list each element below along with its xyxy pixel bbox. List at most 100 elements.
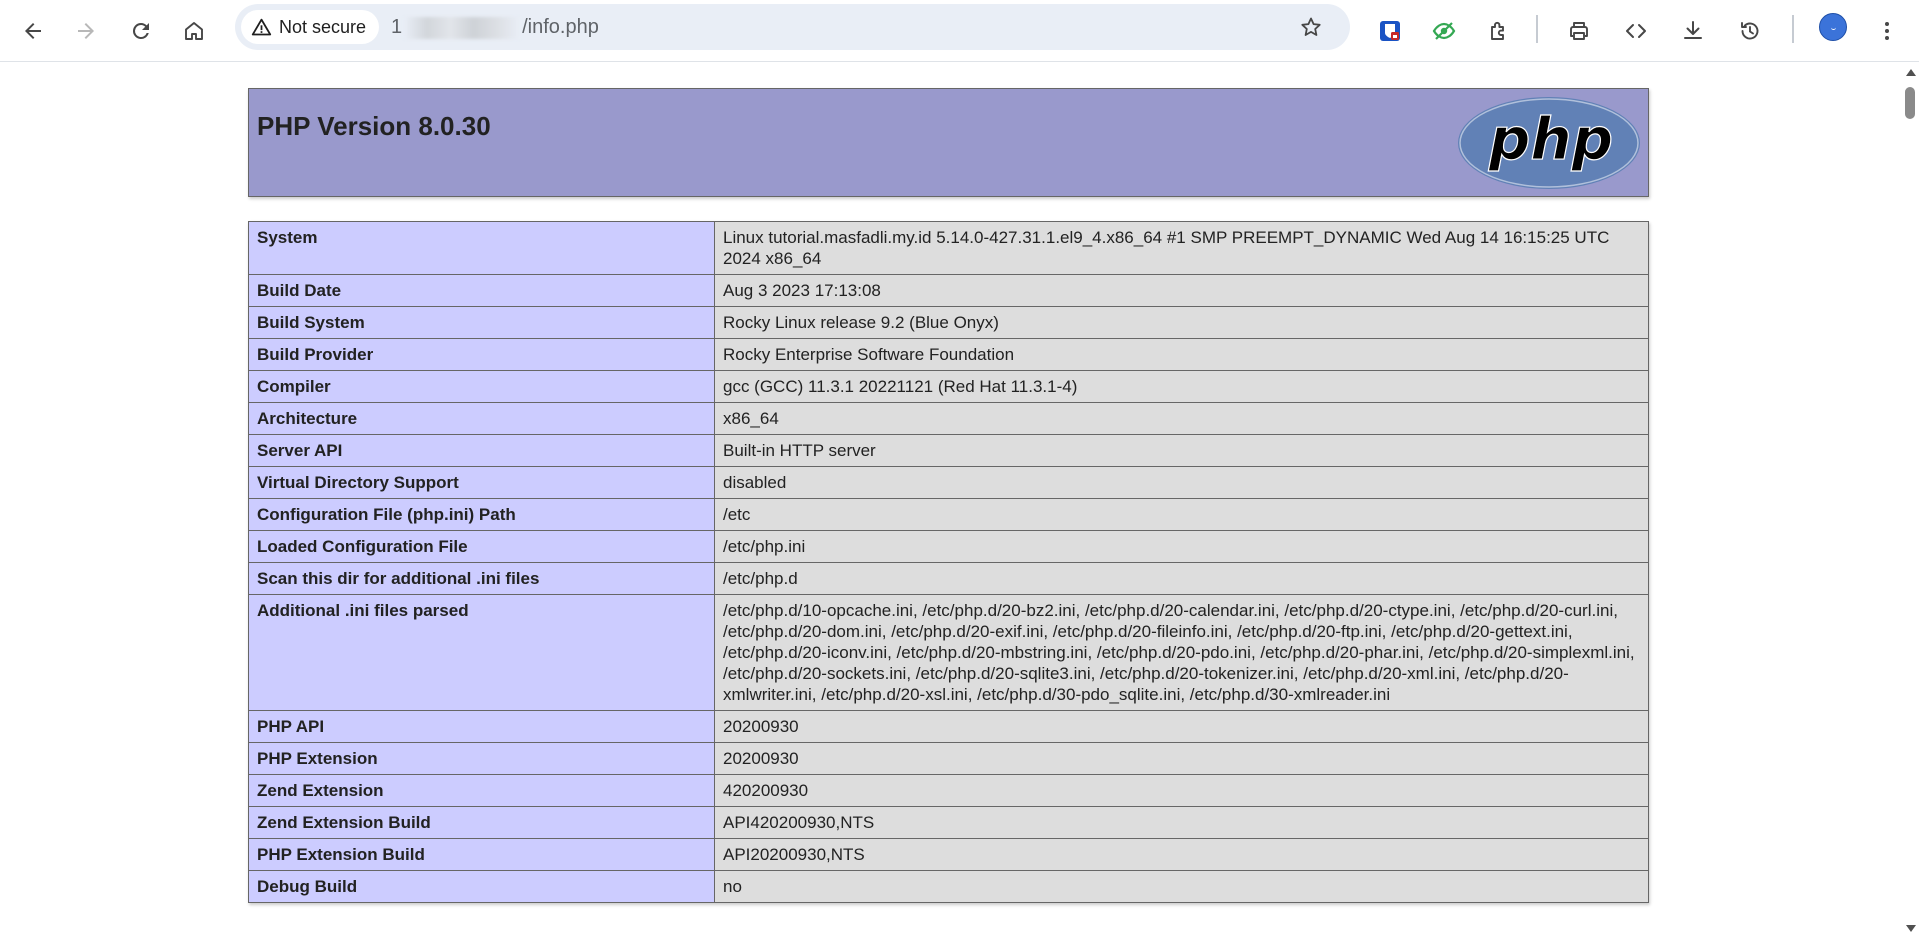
row-value: 420200930 bbox=[714, 774, 1649, 807]
row-value: no bbox=[714, 870, 1649, 903]
table-row: Loaded Configuration File/etc/php.ini bbox=[248, 530, 1649, 563]
reload-button[interactable] bbox=[121, 11, 161, 51]
kebab-menu-icon bbox=[1885, 22, 1889, 40]
code-icon bbox=[1626, 24, 1646, 38]
row-label: Build System bbox=[248, 306, 715, 339]
table-row: Scan this dir for additional .ini files /… bbox=[248, 562, 1649, 595]
table-row: Virtual Directory Support disabled bbox=[248, 466, 1649, 499]
phpinfo-table: System Linux tutorial.masfadli.my.id 5.14… bbox=[248, 221, 1649, 903]
row-label: Configuration File (php.ini) Path bbox=[248, 498, 715, 531]
row-value: 20200930 bbox=[714, 710, 1649, 743]
password-manager-icon bbox=[1380, 21, 1400, 41]
row-value: 20200930 bbox=[714, 742, 1649, 775]
table-row: Build System Rocky Linux release 9.2 (Blu… bbox=[248, 306, 1649, 339]
row-value: /etc/php.d/10-opcache.ini, /etc/php.d/20… bbox=[714, 594, 1649, 711]
page-title: PHP Version 8.0.30 bbox=[257, 111, 491, 141]
table-row: PHP Extension Build API20200930,NTS bbox=[248, 838, 1649, 871]
row-label: Zend Extension Build bbox=[248, 806, 715, 839]
star-icon bbox=[1301, 17, 1321, 36]
table-row: Architecture x86_64 bbox=[248, 402, 1649, 435]
extensions-button[interactable] bbox=[1479, 11, 1519, 51]
url-prefix: 1 bbox=[391, 16, 403, 38]
url-text[interactable]: 1/info.php bbox=[391, 4, 599, 50]
row-value: disabled bbox=[714, 466, 1649, 499]
row-label: PHP Extension Build bbox=[248, 838, 715, 871]
row-label: Zend Extension bbox=[248, 774, 715, 807]
security-chip[interactable]: Not secure bbox=[241, 10, 380, 44]
browser-menu-button[interactable] bbox=[1867, 11, 1907, 51]
arrow-left-icon bbox=[25, 23, 41, 39]
row-label: Architecture bbox=[248, 402, 715, 435]
row-label: Loaded Configuration File bbox=[248, 530, 715, 563]
redacted-host bbox=[404, 16, 521, 39]
row-value: Linux tutorial.masfadli.my.id 5.14.0-427… bbox=[714, 221, 1649, 275]
row-value: /etc bbox=[714, 498, 1649, 531]
row-value: gcc (GCC) 11.3.1 20221121 (Red Hat 11.3.… bbox=[714, 370, 1649, 403]
address-bar[interactable]: Not secure 1/info.php bbox=[235, 4, 1350, 50]
eye-blocker-icon bbox=[1432, 22, 1456, 40]
eye-blocker-extension[interactable] bbox=[1424, 11, 1464, 51]
row-value: Built-in HTTP server bbox=[714, 434, 1649, 467]
table-row: PHP API 20200930 bbox=[248, 710, 1649, 743]
php-logo[interactable]: php bbox=[1456, 95, 1642, 191]
row-value: /etc/php.d bbox=[714, 562, 1649, 595]
row-label: Server API bbox=[248, 434, 715, 467]
view-source-button[interactable] bbox=[1616, 11, 1656, 51]
vertical-scrollbar[interactable] bbox=[1902, 62, 1919, 939]
row-value: Aug 3 2023 17:13:08 bbox=[714, 274, 1649, 307]
row-label: PHP Extension bbox=[248, 742, 715, 775]
row-label: Debug Build bbox=[248, 870, 715, 903]
reload-icon bbox=[132, 22, 149, 39]
toolbar-separator bbox=[1792, 15, 1794, 43]
table-row: Server API Built-in HTTP server bbox=[248, 434, 1649, 467]
print-icon bbox=[1570, 22, 1588, 40]
toolbar-separator bbox=[1536, 15, 1538, 43]
print-button[interactable] bbox=[1559, 11, 1599, 51]
table-row: Compiler gcc (GCC) 11.3.1 20221121 (Red H… bbox=[248, 370, 1649, 403]
row-label: Additional .ini files parsed bbox=[248, 594, 715, 711]
row-value: Rocky Linux release 9.2 (Blue Onyx) bbox=[714, 306, 1649, 339]
back-button[interactable] bbox=[13, 11, 53, 51]
table-row: Zend Extension 420200930 bbox=[248, 774, 1649, 807]
scroll-up-arrow[interactable] bbox=[1906, 69, 1916, 76]
password-manager-extension[interactable] bbox=[1370, 11, 1410, 51]
row-label: Scan this dir for additional .ini files bbox=[248, 562, 715, 595]
row-label: Build Provider bbox=[248, 338, 715, 371]
home-button[interactable] bbox=[174, 11, 214, 51]
table-row: Configuration File (php.ini) Path/etc bbox=[248, 498, 1649, 531]
row-label: Build Date bbox=[248, 274, 715, 307]
scrollbar-thumb[interactable] bbox=[1905, 87, 1915, 119]
warning-triangle-icon bbox=[251, 18, 272, 35]
table-row: Debug Build no bbox=[248, 870, 1649, 903]
row-label: Compiler bbox=[248, 370, 715, 403]
browser-toolbar: Not secure 1/info.php bbox=[0, 0, 1919, 62]
row-label: Virtual Directory Support bbox=[248, 466, 715, 499]
download-icon bbox=[1684, 21, 1702, 39]
bookmark-star-button[interactable] bbox=[1295, 11, 1327, 43]
row-value: /etc/php.ini bbox=[714, 530, 1649, 563]
table-row: Build Date Aug 3 2023 17:13:08 bbox=[248, 274, 1649, 307]
row-value: Rocky Enterprise Software Foundation bbox=[714, 338, 1649, 371]
forward-button[interactable] bbox=[66, 11, 106, 51]
row-value: API420200930,NTS bbox=[714, 806, 1649, 839]
page-viewport: PHP Version 8.0.30 php System Linux tutor… bbox=[0, 62, 1902, 939]
row-label: System bbox=[248, 221, 715, 275]
scroll-down-arrow[interactable] bbox=[1906, 925, 1916, 932]
table-row: Additional .ini files parsed/etc/php.d/1… bbox=[248, 594, 1649, 711]
home-icon bbox=[185, 22, 203, 40]
row-label: PHP API bbox=[248, 710, 715, 743]
arrow-right-icon bbox=[78, 23, 94, 39]
puzzle-piece-icon bbox=[1491, 21, 1504, 40]
profile-avatar[interactable] bbox=[1819, 13, 1847, 41]
table-row: PHP Extension 20200930 bbox=[248, 742, 1649, 775]
table-row: Zend Extension Build API420200930,NTS bbox=[248, 806, 1649, 839]
downloads-button[interactable] bbox=[1673, 11, 1713, 51]
table-row: System Linux tutorial.masfadli.my.id 5.14… bbox=[248, 221, 1649, 275]
php-version-header: PHP Version 8.0.30 php bbox=[248, 88, 1649, 197]
table-row: Build Provider Rocky Enterprise Software … bbox=[248, 338, 1649, 371]
history-button[interactable] bbox=[1730, 11, 1770, 51]
row-value: x86_64 bbox=[714, 402, 1649, 435]
php-logo-text: php bbox=[1488, 105, 1613, 173]
row-value: API20200930,NTS bbox=[714, 838, 1649, 871]
url-path: /info.php bbox=[522, 16, 599, 38]
